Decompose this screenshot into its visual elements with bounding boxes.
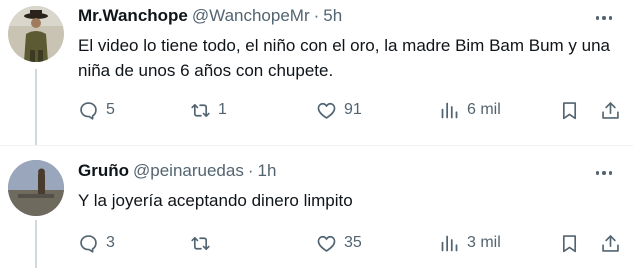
action-bar: 5 1 91 6 mil <box>78 98 619 122</box>
like-count: 91 <box>344 101 362 118</box>
author-name[interactable]: Mr.Wanchope <box>78 6 188 26</box>
tweet-text: Y la joyería aceptando dinero limpito <box>78 191 353 210</box>
more-icon[interactable] <box>591 6 617 30</box>
action-bar: 3 35 3 mil <box>78 231 619 255</box>
tweet-text: El video lo tiene todo, el niño con el o… <box>78 36 611 80</box>
bar-chart-icon <box>441 235 458 251</box>
timestamp[interactable]: 5h <box>323 6 342 26</box>
retweet-button[interactable] <box>190 231 218 255</box>
more-icon[interactable] <box>591 161 617 185</box>
tweet[interactable]: Mr.Wanchope @WanchopeMr · 5h El video lo… <box>0 0 633 145</box>
like-button[interactable]: 35 <box>316 231 362 255</box>
tweet-content: Mr.Wanchope @WanchopeMr · 5h El video lo… <box>78 6 617 83</box>
speech-bubble-icon <box>80 234 97 253</box>
thread-line <box>35 220 37 268</box>
heart-icon <box>317 102 336 119</box>
views-count: 6 mil <box>467 101 501 118</box>
author-handle[interactable]: @peinaruedas <box>133 161 244 181</box>
bar-chart-icon <box>441 102 458 118</box>
reply-count: 3 <box>106 234 115 251</box>
retweet-count: 1 <box>218 101 227 118</box>
thread-line <box>35 69 37 145</box>
reply-count: 5 <box>106 101 115 118</box>
bookmark-icon <box>562 101 577 119</box>
share-button[interactable] <box>600 98 621 122</box>
speech-bubble-icon <box>80 101 97 120</box>
avatar-column <box>8 6 64 145</box>
tweet[interactable]: Gruño @peinaruedas · 1h Y la joyería ace… <box>0 145 633 268</box>
like-button[interactable]: 91 <box>316 98 362 122</box>
views-button[interactable]: 6 mil <box>439 98 501 122</box>
avatar[interactable] <box>8 160 64 216</box>
views-button[interactable]: 3 mil <box>439 231 501 255</box>
tweet-header: Mr.Wanchope @WanchopeMr · 5h <box>78 6 617 30</box>
like-count: 35 <box>344 234 362 251</box>
share-upload-icon <box>602 101 619 119</box>
author-name[interactable]: Gruño <box>78 161 129 181</box>
share-button[interactable] <box>600 231 621 255</box>
share-upload-icon <box>602 234 619 252</box>
retweet-icon <box>191 103 210 117</box>
retweet-icon <box>191 236 210 250</box>
tweet-header: Gruño @peinaruedas · 1h <box>78 161 617 185</box>
avatar-column <box>8 160 64 268</box>
reply-button[interactable]: 5 <box>78 98 115 122</box>
retweet-button[interactable]: 1 <box>190 98 227 122</box>
bookmark-button[interactable] <box>559 231 580 255</box>
separator: · <box>313 6 320 25</box>
reply-button[interactable]: 3 <box>78 231 115 255</box>
bookmark-icon <box>562 234 577 252</box>
bookmark-button[interactable] <box>559 98 580 122</box>
heart-icon <box>317 235 336 252</box>
author-handle[interactable]: @WanchopeMr <box>192 6 310 26</box>
avatar[interactable] <box>8 6 64 62</box>
timestamp[interactable]: 1h <box>258 161 277 181</box>
views-count: 3 mil <box>467 234 501 251</box>
separator: · <box>247 161 254 180</box>
tweet-content: Gruño @peinaruedas · 1h Y la joyería ace… <box>78 161 617 213</box>
